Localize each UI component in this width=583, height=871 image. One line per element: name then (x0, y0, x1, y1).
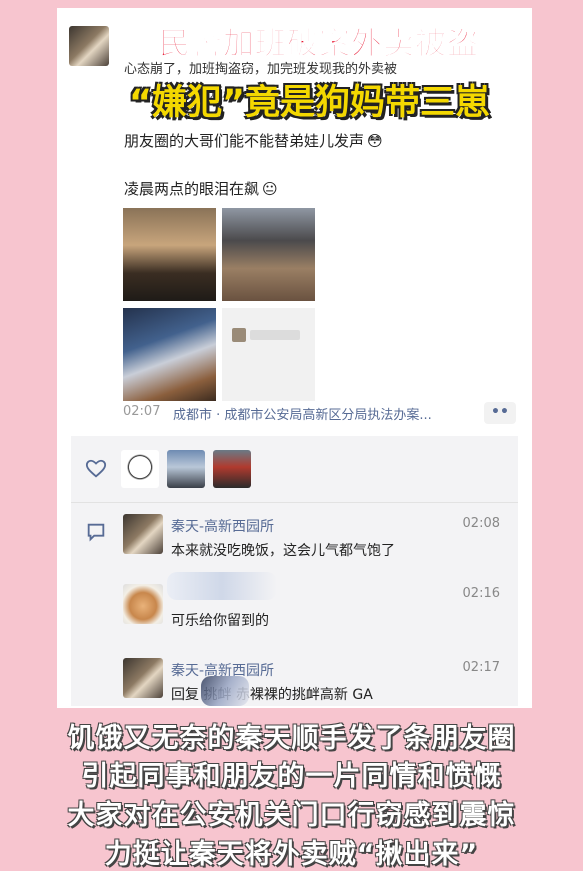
liker-avatar[interactable] (121, 450, 159, 488)
likes-comments-panel: 秦天-高新西园所 02:08 本来就没吃晚饭，这会儿气都气饱了 02:16 可乐… (71, 436, 518, 706)
mosaic-blur (201, 676, 249, 706)
poster-avatar[interactable] (69, 26, 109, 66)
overlay-title: 民警加班破案外卖被盗 (159, 26, 479, 63)
post-location-link[interactable]: 成都市 · 成都市公安局高新区分局执法办案... (173, 404, 478, 423)
mini-chat-bubble (250, 330, 300, 340)
comment-icon (87, 523, 105, 542)
post-text-line2-text: 凌晨两点的眼泪在飙 (124, 180, 260, 198)
post-photo-3[interactable] (123, 308, 216, 401)
heart-icon (85, 459, 107, 478)
caption-line-3: 大家对在公安机关门口行窃感到震惊 (67, 800, 516, 831)
liker-avatar[interactable] (167, 450, 205, 488)
post-text-line1-text: 朋友圈的大哥们能不能替弟娃儿发声 (124, 132, 365, 150)
post-photo-4-chat-screenshot[interactable] (222, 308, 315, 401)
post-photo-2[interactable] (222, 208, 315, 301)
liker-avatar[interactable] (213, 450, 251, 488)
caption-line-2: 引起同事和朋友的一片同情和愤慨 (81, 761, 502, 792)
divider (71, 502, 518, 503)
comment-avatar[interactable] (123, 514, 163, 554)
flushed-emoji-icon: 😳 (367, 132, 383, 150)
comment-avatar[interactable] (123, 658, 163, 698)
comment-avatar[interactable] (123, 584, 163, 624)
post-more-button[interactable]: •• (484, 402, 516, 424)
overlay-subtitle: “嫌犯”竟是狗妈带三崽 (128, 83, 490, 123)
comment-time: 02:08 (462, 516, 500, 531)
caption-line-4: 力挺让秦天将外卖贼“揪出来” (104, 839, 479, 870)
comment-text: 本来就没吃晚饭，这会儿气都气饱了 (171, 543, 395, 559)
neutral-face-emoji-icon: 😐 (262, 180, 278, 198)
caption-line-1: 饥饿又无奈的秦天顺手发了条朋友圈 (67, 723, 516, 754)
post-text-line1: 朋友圈的大哥们能不能替弟娃儿发声 😳 (124, 130, 383, 151)
comment-time: 02:17 (462, 660, 500, 675)
comment-text: 可乐给你留到的 (171, 613, 269, 629)
moments-post-card: 心态崩了，加班掏盗窃，加完班发现我的外卖被 …还是 民警加班破案外卖被盗 “嫌犯… (57, 8, 532, 708)
post-timestamp: 02:07 (123, 404, 161, 419)
mini-avatar-icon (232, 328, 246, 342)
post-text-line2: 凌晨两点的眼泪在飙 😐 (124, 178, 278, 199)
mosaic-blur (167, 572, 277, 600)
comment-author[interactable]: 秦天-高新西园所 (171, 516, 274, 536)
post-photo-1[interactable] (123, 208, 216, 301)
comment-time: 02:16 (462, 586, 500, 601)
